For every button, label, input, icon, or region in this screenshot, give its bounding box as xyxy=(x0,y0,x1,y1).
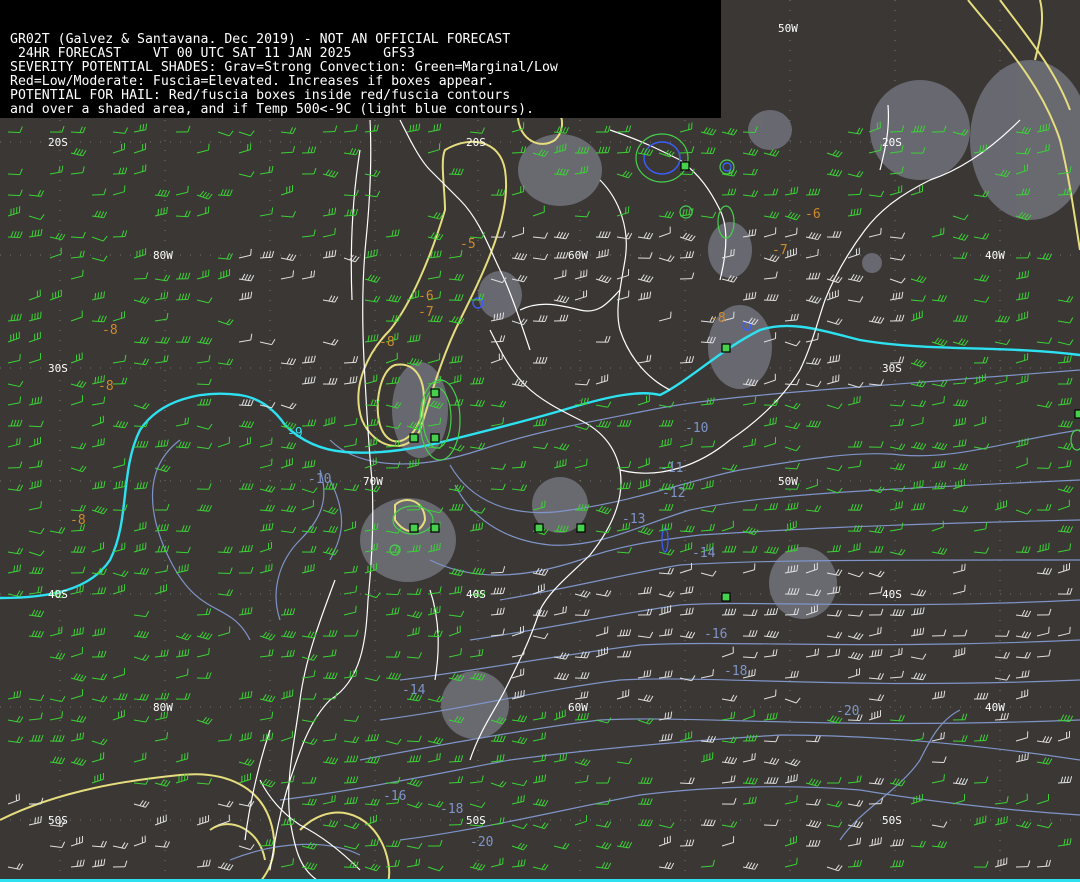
temp-label: -10 xyxy=(308,472,331,487)
lon-label-40w: 40W xyxy=(985,701,1005,714)
hail-box xyxy=(430,433,440,443)
temp-label: -7 xyxy=(772,243,788,258)
hail-box xyxy=(721,592,731,602)
lat-label-20s: 20S xyxy=(882,136,902,149)
temp-label: -7 xyxy=(418,305,434,320)
header-severity-line: SEVERITY POTENTIAL SHADES: Grav=Strong C… xyxy=(10,60,558,75)
lat-label-40s: 40S xyxy=(882,588,902,601)
lat-label-30s: 30S xyxy=(882,362,902,375)
temp-label: -9 xyxy=(287,426,303,441)
temp-label: -6 xyxy=(418,289,434,304)
lon-label-60w: 60W xyxy=(568,249,588,262)
temp-label: -14 xyxy=(402,683,426,698)
temp-label: -10 xyxy=(685,421,708,436)
temp-label: -11 xyxy=(660,461,683,476)
hail-box xyxy=(721,343,731,353)
temp-label: -13 xyxy=(622,512,645,527)
hail-box xyxy=(576,523,586,533)
temp-label: -8 xyxy=(102,323,118,338)
hail-box xyxy=(430,388,440,398)
temp-label: -5 xyxy=(460,237,476,252)
hail-box xyxy=(680,161,690,171)
temp-label: -16 xyxy=(383,789,406,804)
hail-box xyxy=(409,523,419,533)
lat-label-20s: 20S xyxy=(48,136,68,149)
temp-label: -18 xyxy=(440,802,463,817)
lat-label-50s: 50S xyxy=(466,814,486,827)
temp-label: -8 xyxy=(379,335,395,350)
forecast-header: GR02T (Galvez & Santavana. Dec 2019) - N… xyxy=(0,0,721,118)
temp-label: -18 xyxy=(724,664,747,679)
lat-label-40s: 40S xyxy=(48,588,68,601)
temp-label: -8 xyxy=(70,513,86,528)
temp-label: -16 xyxy=(704,627,727,642)
lat-label-50s: 50S xyxy=(882,814,902,827)
temp-label: -8 xyxy=(98,379,114,394)
header-hail-line: POTENTIAL FOR HAIL: Red/fuscia boxes ins… xyxy=(10,88,511,103)
lon-label-80w: 80W xyxy=(153,701,173,714)
map-canvas: 20S 20S 20S 30S 30S 40S 40S 40S 50S 50S … xyxy=(0,0,1080,882)
hail-box xyxy=(1074,409,1080,419)
header-valid-time-line: 24HR FORECAST VT 00 UTC SAT 11 JAN 2025 … xyxy=(10,46,415,61)
temp-label: -8 xyxy=(710,311,726,326)
lat-label-20s: 20S xyxy=(466,136,486,149)
temp-label: -6 xyxy=(805,207,821,222)
lon-label-50w: 50W xyxy=(778,22,798,35)
lon-label-40w: 40W xyxy=(985,249,1005,262)
lat-label-30s: 30S xyxy=(48,362,68,375)
header-hail-line-2: and over a shaded area, and if Temp 500<… xyxy=(10,102,535,117)
lon-label-50w: 50W xyxy=(778,475,798,488)
forecast-map: 20S 20S 20S 30S 30S 40S 40S 40S 50S 50S … xyxy=(0,0,1080,882)
lon-label-70w: 70W xyxy=(363,475,383,488)
temp-label: -20 xyxy=(470,835,493,850)
lat-label-40s: 40S xyxy=(466,588,486,601)
lon-label-60w: 60W xyxy=(568,701,588,714)
temp-label: -14 xyxy=(692,546,716,561)
lat-label-50s: 50S xyxy=(48,814,68,827)
hail-box xyxy=(409,433,419,443)
header-color-key-line: Red=Low/Moderate: Fuscia=Elevated. Incre… xyxy=(10,74,495,89)
header-title-line: GR02T (Galvez & Santavana. Dec 2019) - N… xyxy=(10,32,511,47)
temp-label: -20 xyxy=(836,704,859,719)
temp-label: -12 xyxy=(662,486,685,501)
hail-box xyxy=(430,523,440,533)
hail-box xyxy=(534,523,544,533)
lon-label-80w: 80W xyxy=(153,249,173,262)
